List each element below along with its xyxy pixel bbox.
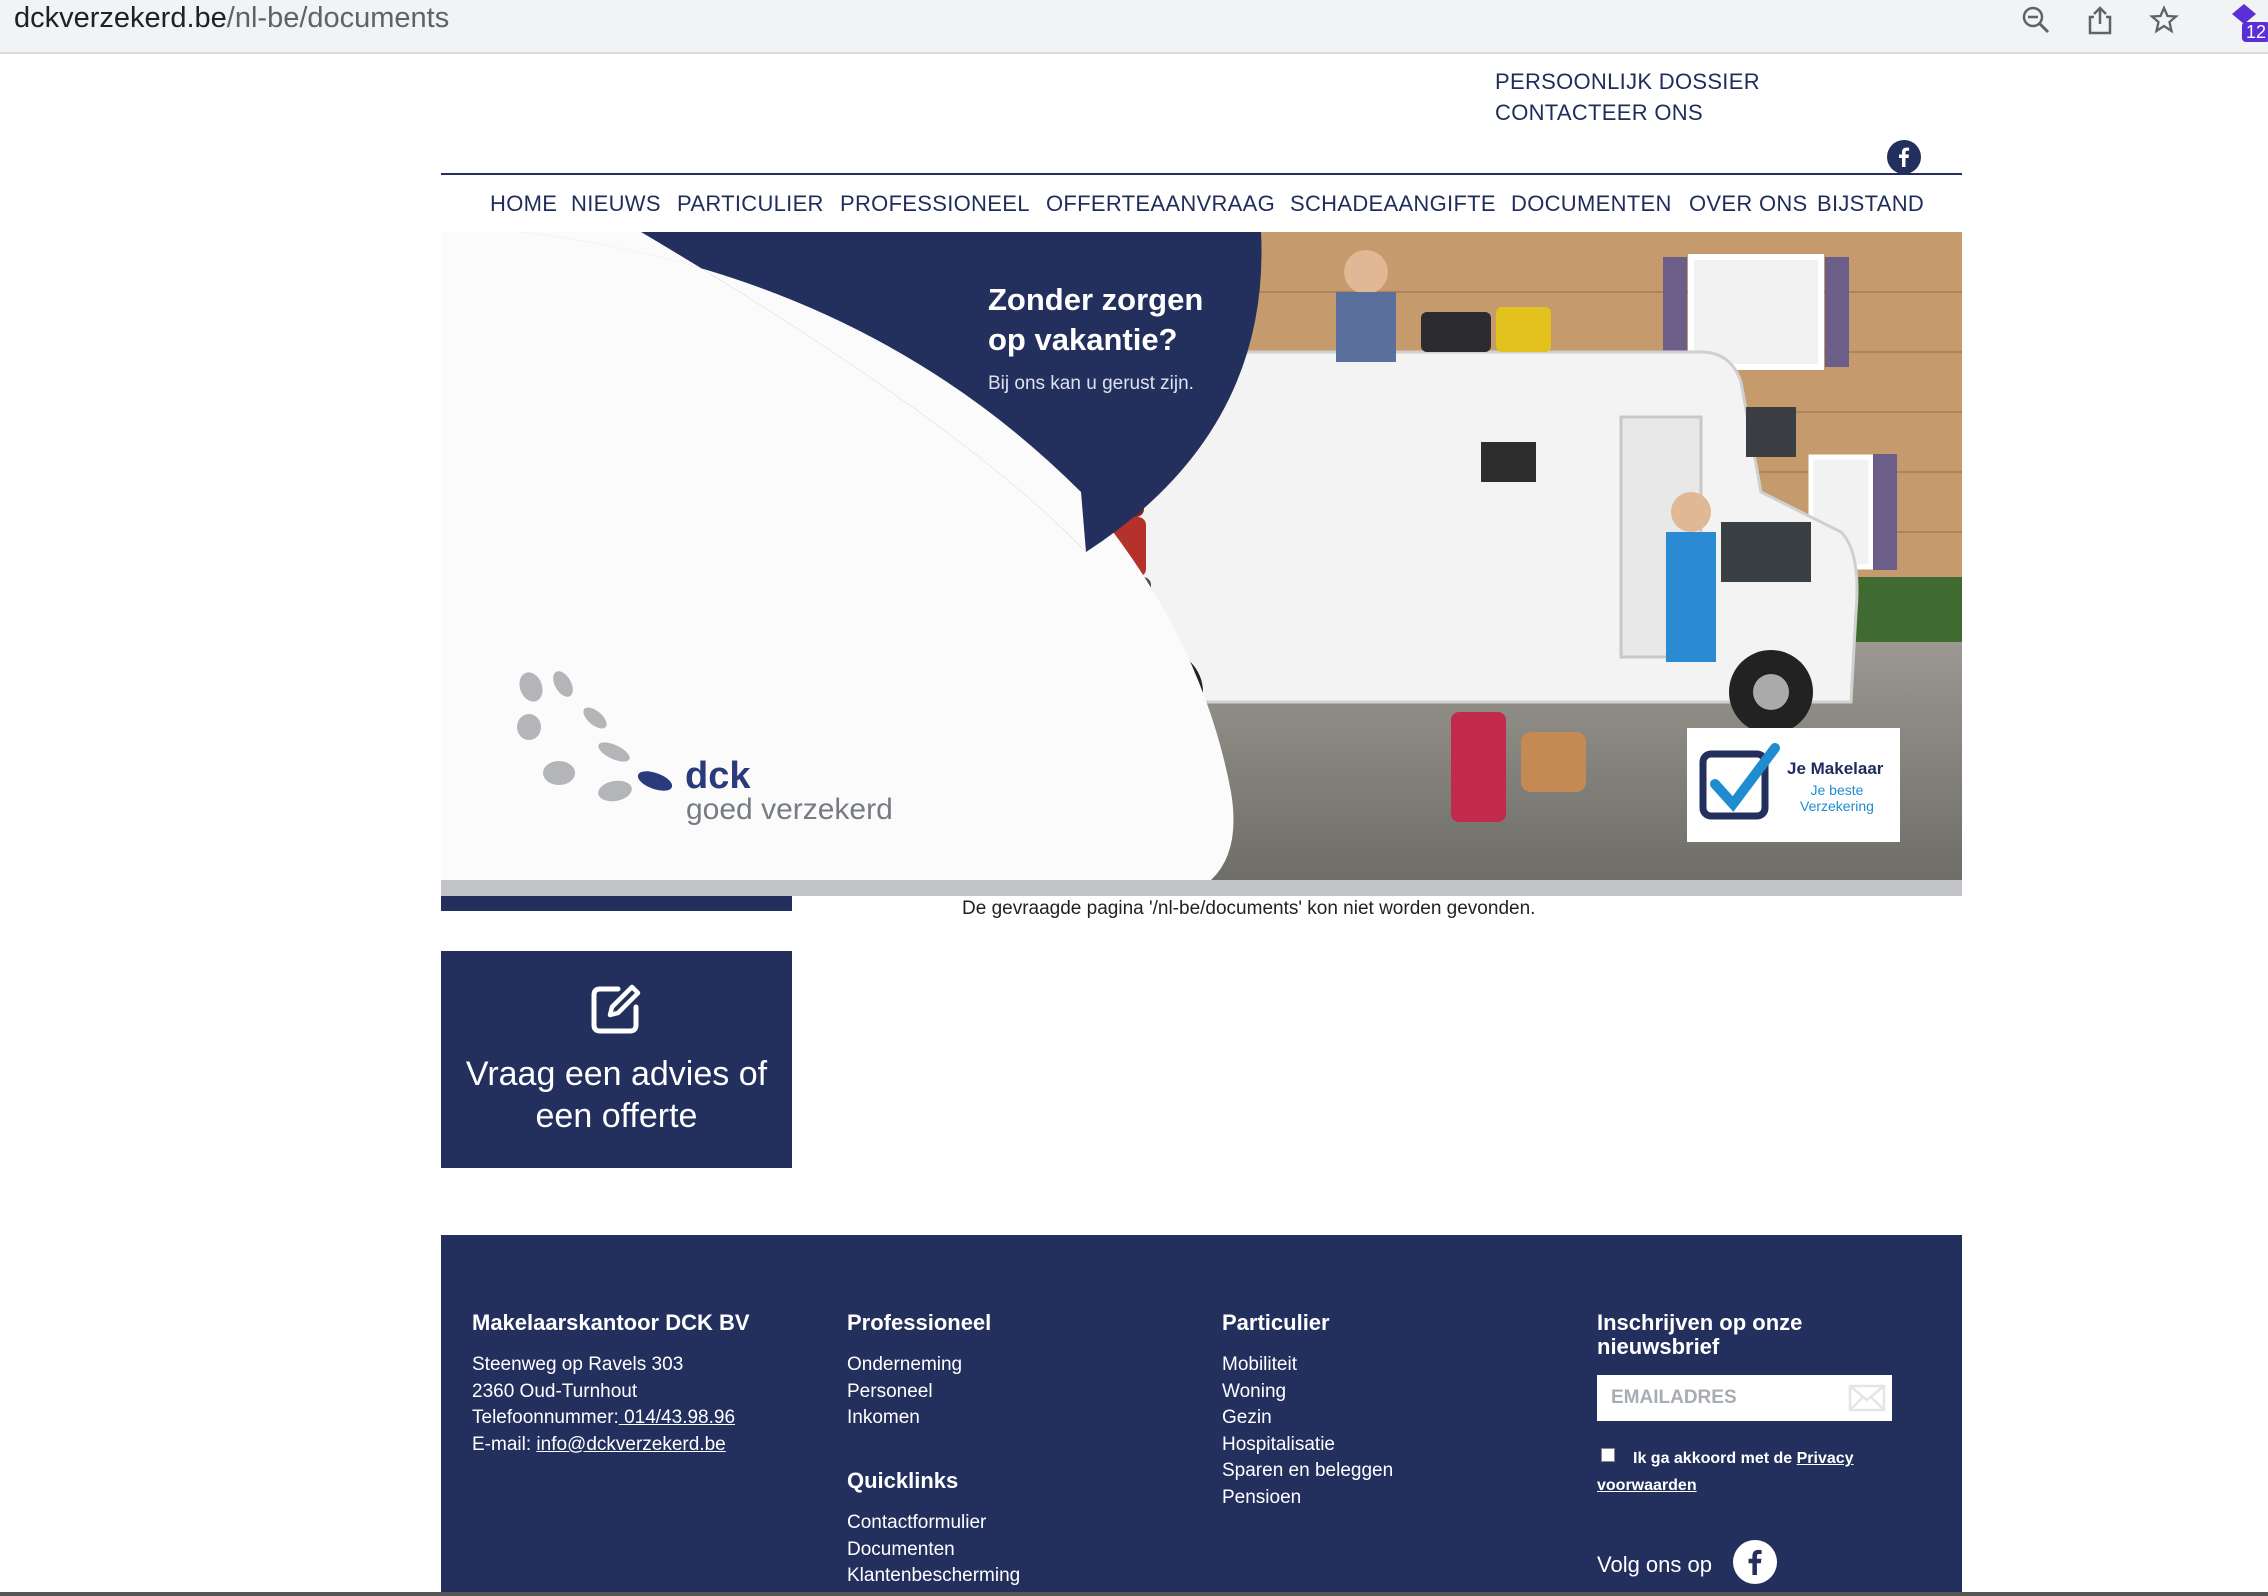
badge-sub-line2: Verzekering [1800,798,1874,814]
footer-link-inkomen[interactable]: Inkomen [847,1405,962,1432]
footer-particulier-links: Mobiliteit Woning Gezin Hospitalisatie S… [1222,1352,1393,1512]
footer-quicklinks-heading: Quicklinks [847,1468,959,1493]
sidebar-header-bar [441,896,792,911]
footer-link-woning[interactable]: Woning [1222,1379,1393,1406]
company-city: 2360 Oud-Turnhout [472,1380,638,1402]
nav-schadeaangifte[interactable]: SCHADEAANGIFTE [1290,189,1496,219]
hero-title-line2: op vakantie? [988,322,1178,357]
footer-link-documenten[interactable]: Documenten [847,1537,1020,1564]
checkmark-logo-icon [1699,743,1780,820]
nav-nieuws[interactable]: NIEUWS [571,189,661,219]
email-label: E-mail: [472,1433,537,1455]
footer-link-sparen[interactable]: Sparen en beleggen [1222,1458,1393,1485]
logo-name: dck [685,755,751,797]
nav-professioneel[interactable]: PROFESSIONEEL [840,189,1030,219]
company-street: Steenweg op Ravels 303 [472,1354,684,1375]
footer-link-mobiliteit[interactable]: Mobiliteit [1222,1352,1393,1379]
footer-link-gezin[interactable]: Gezin [1222,1405,1393,1432]
footer-particulier-heading: Particulier [1222,1310,1330,1335]
newsletter-heading-line1: Inschrijven op onze [1597,1310,1803,1335]
footer: Makelaarskantoor DCK BV Steenweg op Rave… [441,1235,1962,1596]
hero-title: Zonder zorgen op vakantie? [988,280,1203,360]
top-links: PERSOONLIJK DOSSIER CONTACTEER ONS [1495,66,1760,128]
extension-icon[interactable]: 12 [2228,0,2268,46]
footer-link-onderneming[interactable]: Onderneming [847,1352,962,1379]
phone-link[interactable]: 014/43.98.96 [619,1407,735,1428]
nav-documenten[interactable]: DOCUMENTEN [1511,189,1672,219]
company-phone: Telefoonnummer: 014/43.98.96 [472,1405,735,1432]
contacteer-ons-link[interactable]: CONTACTEER ONS [1495,97,1760,128]
url-domain: dckverzekerd.be [14,2,227,34]
mail-icon [1848,1384,1886,1412]
consent-text: Ik ga akkoord met de [1633,1450,1797,1467]
company-email: E-mail: info@dckverzekerd.be [472,1432,735,1459]
address-bar[interactable]: dckverzekerd.be/nl-be/documents [14,0,449,36]
not-found-message: De gevraagde pagina '/nl-be/documents' k… [962,898,1536,919]
window-bottom-edge [0,1592,2268,1596]
persoonlijk-dossier-link[interactable]: PERSOONLIJK DOSSIER [1495,66,1760,97]
quote-request-line1: Vraag een advies of [465,1055,768,1093]
footer-link-contactformulier[interactable]: Contactformulier [847,1510,1020,1537]
quote-request-label: Vraag een advies of een offerte [441,1053,792,1137]
zoom-icon[interactable] [2018,2,2054,38]
footer-newsletter-heading: Inschrijven op onze nieuwsbrief [1597,1311,1802,1359]
follow-label: Volg ons op [1597,1552,1712,1577]
footer-professioneel-heading: Professioneel [847,1310,992,1335]
footer-facebook-icon[interactable] [1733,1540,1777,1584]
nav-offerteaanvraag[interactable]: OFFERTEAANVRAAG [1046,189,1275,219]
hero-divider-strip [441,880,1962,896]
edit-icon [591,984,641,1034]
url-path: /nl-be/documents [226,2,450,34]
quote-request-line2: een offerte [535,1097,698,1135]
footer-link-hospitalisatie[interactable]: Hospitalisatie [1222,1432,1393,1459]
privacy-consent-label: Ik ga akkoord met de Privacy voorwaarden [1597,1445,1897,1499]
quote-request-button[interactable]: Vraag een advies of een offerte [441,951,792,1168]
header-divider [441,173,1962,175]
footer-link-klantenbescherming[interactable]: Klantenbescherming [847,1563,1020,1590]
nav-particulier[interactable]: PARTICULIER [677,189,824,219]
phone-label: Telefoonnummer: [472,1407,619,1429]
badge-subtitle: Je beste Verzekering [1800,782,1874,814]
footer-professioneel-links: Onderneming Personeel Inkomen [847,1352,962,1432]
badge-sub-line1: Je beste [1810,782,1864,798]
nav-home[interactable]: HOME [490,189,557,219]
footer-company-details: Steenweg op Ravels 303 2360 Oud-Turnhout… [472,1352,735,1458]
share-icon[interactable] [2082,2,2118,38]
footer-link-personeel[interactable]: Personeel [847,1379,962,1406]
logo-tagline: goed verzekerd [686,793,893,826]
facebook-icon[interactable] [1887,140,1921,174]
hero-title-line1: Zonder zorgen [988,282,1204,317]
star-icon[interactable] [2146,2,2182,38]
hero-subtitle: Bij ons kan u gerust zijn. [988,373,1194,394]
footer-quicklinks: Contactformulier Documenten Klantenbesch… [847,1510,1020,1590]
nav-over-ons[interactable]: OVER ONS [1689,189,1808,219]
badge-title: Je Makelaar [1787,759,1884,778]
extension-badge-count: 12 [2242,22,2268,42]
email-link[interactable]: info@dckverzekerd.be [536,1434,725,1455]
footer-link-pensioen[interactable]: Pensioen [1222,1485,1393,1512]
newsletter-heading-line2: nieuwsbrief [1597,1334,1720,1359]
browser-toolbar: dckverzekerd.be/nl-be/documents 12 [0,0,2268,54]
footer-company-heading: Makelaarskantoor DCK BV [472,1310,750,1335]
nav-bijstand[interactable]: BIJSTAND [1817,189,1924,219]
